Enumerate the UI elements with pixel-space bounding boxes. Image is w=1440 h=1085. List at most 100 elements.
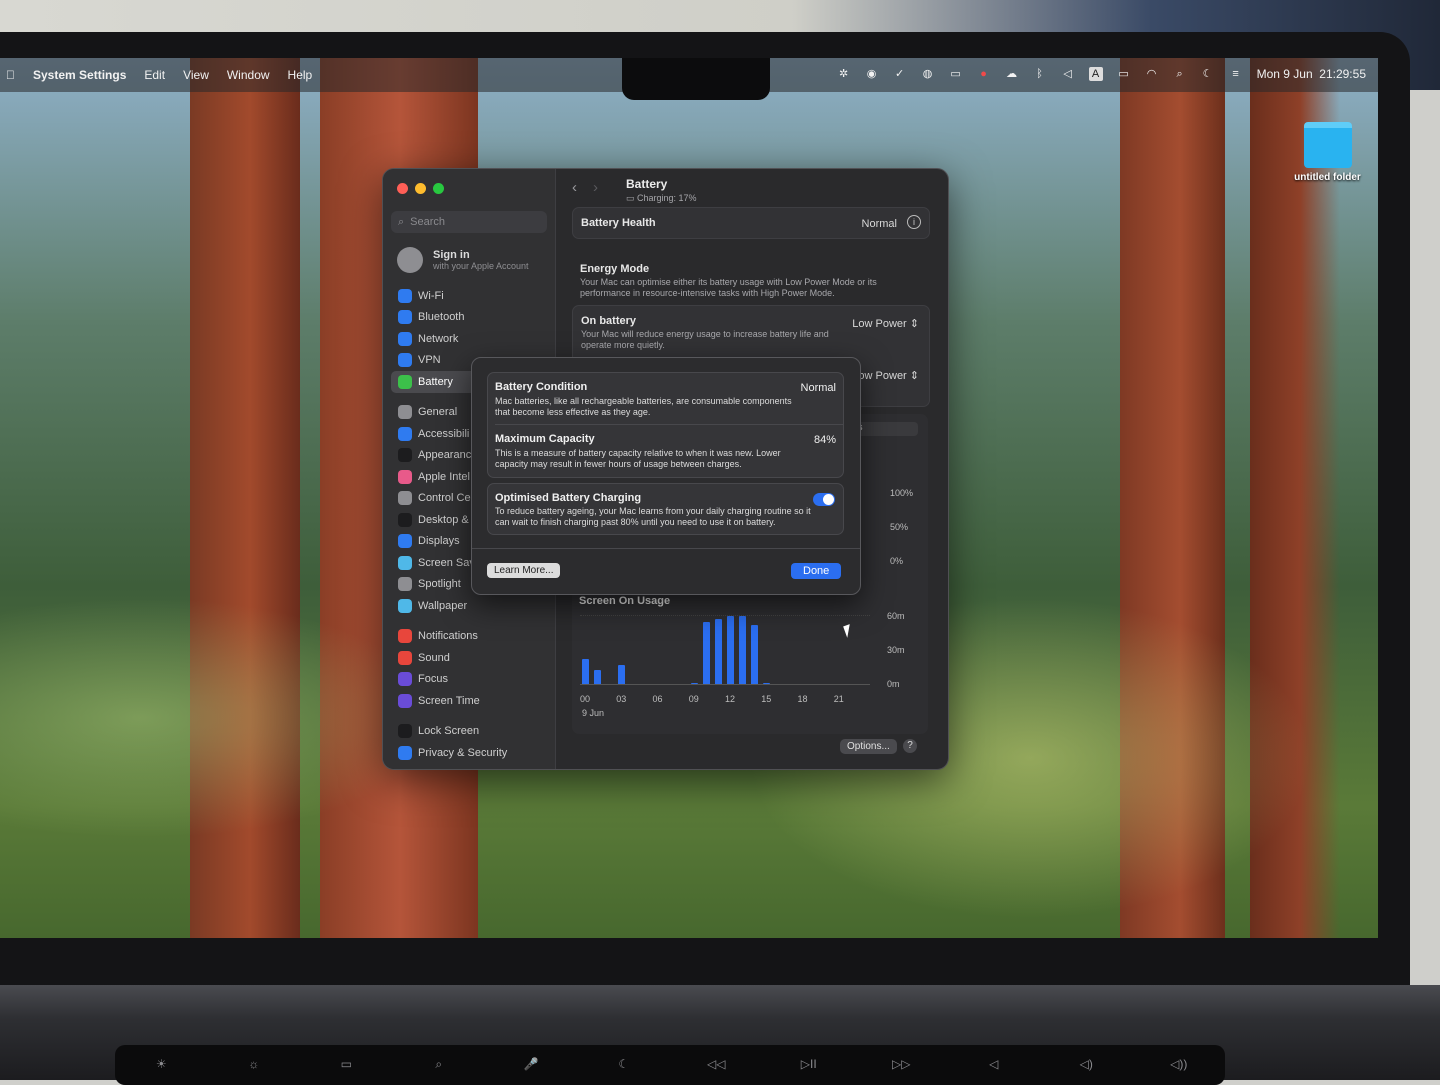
usage-ytick-30: 30m — [887, 645, 905, 655]
chart-tab[interactable]: s — [854, 422, 918, 436]
usage-bar-01 — [594, 670, 602, 684]
optimised-charging-label: Optimised Battery Charging — [495, 492, 642, 504]
moon-icon — [398, 672, 412, 687]
check-icon[interactable]: ✓ — [893, 67, 907, 81]
bluetooth-icon — [398, 310, 412, 325]
globe-icon[interactable]: ◍ — [921, 67, 935, 81]
search-icon[interactable]: ⌕ — [1173, 67, 1187, 81]
function-key[interactable]: ☾ — [578, 1045, 671, 1085]
sidebar-item-label: Spotlight — [418, 578, 461, 591]
sign-in[interactable]: Sign in with your Apple Account — [397, 247, 529, 273]
sidebar-item-bluetooth[interactable]: Bluetooth — [391, 307, 549, 329]
function-key[interactable]: ⌕ — [393, 1045, 486, 1085]
app-menu[interactable]: System Settings — [33, 68, 126, 82]
optimised-charging-toggle[interactable] — [813, 493, 835, 506]
appearance-icon — [398, 448, 412, 463]
function-key[interactable]: ◁)) — [1133, 1045, 1226, 1085]
wifi-icon[interactable]: ◠ — [1145, 67, 1159, 81]
sidebar-item-label: Privacy & Security — [418, 746, 508, 759]
learn-more-button[interactable]: Learn More... — [487, 563, 561, 578]
moon-icon[interactable]: ☾ — [1201, 67, 1215, 81]
sidebar-item-label: Sound — [418, 651, 450, 664]
usage-xtick: 12 — [725, 694, 736, 704]
menu-help[interactable]: Help — [288, 68, 313, 82]
back-icon[interactable]: ‹ — [572, 179, 577, 196]
options-button[interactable]: Options... — [840, 739, 897, 754]
charging-status: Charging: 17% — [637, 193, 697, 203]
sidebar-item-wallpaper[interactable]: Wallpaper — [391, 595, 549, 617]
status-area: ✲ ◉ ✓ ◍ ▭ ● ☁ ᛒ ◁ A ▭ ◠ ⌕ ☾ ≡ Mon 9 Jun … — [837, 67, 1366, 81]
function-key[interactable]: ▭ — [300, 1045, 393, 1085]
battery-health-label: Battery Health — [581, 217, 656, 229]
usage-bar-00 — [582, 659, 589, 684]
function-key[interactable]: ◁◁ — [670, 1045, 763, 1085]
chevron-updown-icon: ⇕ — [909, 318, 919, 330]
divider — [472, 548, 860, 549]
apple-menu-icon[interactable]:  — [6, 68, 15, 82]
search-input[interactable]: ⌕ Search — [391, 211, 547, 233]
zoom-button[interactable] — [433, 183, 444, 194]
menu-view[interactable]: View — [183, 68, 209, 82]
sidebar-item-lock-screen[interactable]: Lock Screen — [391, 721, 549, 743]
usage-bar-14 — [751, 625, 759, 684]
forward-icon[interactable]: › — [593, 179, 598, 196]
usage-bar-10 — [702, 621, 710, 684]
function-key[interactable]: 🎤 — [485, 1045, 578, 1085]
page-title: Battery — [626, 177, 668, 191]
clock[interactable]: Mon 9 Jun 21:29:55 — [1257, 67, 1366, 81]
minimize-button[interactable] — [415, 183, 426, 194]
sidebar-item-focus[interactable]: Focus — [391, 669, 549, 691]
sidebar-item-label: Battery — [418, 375, 453, 388]
info-icon[interactable]: i — [907, 215, 921, 229]
battery-health-value: Normal — [861, 218, 897, 230]
max-capacity-value: 84% — [813, 434, 836, 446]
sidebar-item-sound[interactable]: Sound — [391, 647, 549, 669]
sidebar-item-wi-fi[interactable]: Wi-Fi — [391, 285, 549, 307]
function-key[interactable]: ◁ — [948, 1045, 1041, 1085]
sidebar-item-notifications[interactable]: Notifications — [391, 626, 549, 648]
usage-bar-15 — [763, 682, 771, 684]
help-button[interactable]: ? — [903, 739, 917, 753]
close-button[interactable] — [397, 183, 408, 194]
usage-title: Screen On Usage — [579, 595, 671, 607]
battery-icon: ▭ — [626, 193, 638, 203]
mute-icon[interactable]: ◁ — [1061, 67, 1075, 81]
shield-icon[interactable]: ● — [977, 67, 991, 81]
game-icon[interactable]: ◉ — [865, 67, 879, 81]
function-key[interactable]: ☼ — [208, 1045, 301, 1085]
function-key[interactable]: ▷II — [763, 1045, 856, 1085]
apple-intelligence-icon — [398, 469, 412, 484]
on-battery-select[interactable]: Low Power ⇕ — [852, 317, 919, 330]
function-key[interactable]: ◁) — [1040, 1045, 1133, 1085]
done-button[interactable]: Done — [791, 563, 842, 579]
spotlight-icon — [398, 577, 412, 592]
usage-xtick: 03 — [616, 694, 627, 704]
menu-window[interactable]: Window — [227, 68, 270, 82]
display-icon — [398, 534, 412, 549]
globe-icon — [398, 331, 412, 346]
gear-icon[interactable]: ✲ — [837, 67, 851, 81]
max-capacity-label: Maximum Capacity — [495, 433, 595, 445]
sidebar-item-label: Focus — [418, 673, 448, 686]
bluetooth-icon[interactable]: ᛒ — [1033, 67, 1047, 81]
usage-bar-09 — [690, 682, 698, 684]
wifi-icon — [398, 288, 412, 303]
hand-icon — [398, 745, 412, 760]
control-center-icon[interactable]: ≡ — [1229, 67, 1243, 81]
input-source-icon[interactable]: A — [1088, 67, 1103, 81]
battery-health-row[interactable]: Battery Health Normal i — [572, 207, 930, 239]
sidebar-item-network[interactable]: Network — [391, 328, 549, 350]
sidebar-item-label: Displays — [418, 535, 460, 548]
function-key[interactable]: ▷▷ — [855, 1045, 948, 1085]
sidebar-item-screen-time[interactable]: Screen Time — [391, 690, 549, 712]
accessibility-icon — [398, 426, 412, 441]
function-key[interactable]: ☀ — [115, 1045, 208, 1085]
cloud-icon[interactable]: ☁ — [1005, 67, 1019, 81]
power-adapter-select[interactable]: ow Power ⇕ — [858, 369, 919, 382]
sidebar-item-privacy-security[interactable]: Privacy & Security — [391, 742, 549, 764]
desktop-folder[interactable]: untitled folder — [1290, 122, 1365, 183]
menu-edit[interactable]: Edit — [144, 68, 165, 82]
signin-subtitle: with your Apple Account — [433, 261, 529, 271]
battery-icon[interactable]: ▭ — [1117, 67, 1131, 81]
window-icon[interactable]: ▭ — [949, 67, 963, 81]
